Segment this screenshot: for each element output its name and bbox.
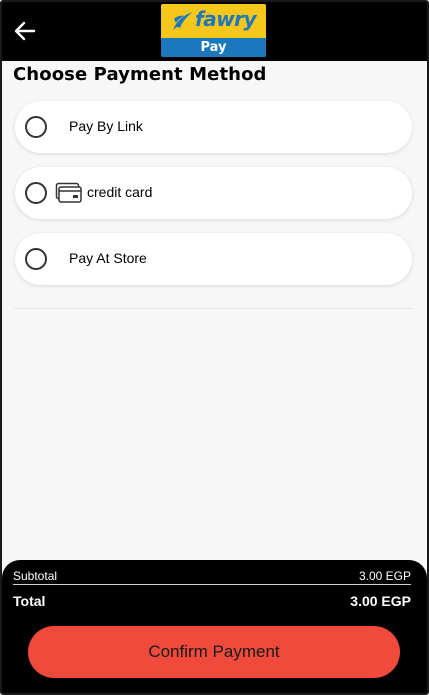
fawry-bird-icon bbox=[173, 12, 192, 30]
top-bar: fawry Pay bbox=[2, 2, 427, 61]
radio-pay-at-store[interactable] bbox=[25, 248, 47, 270]
subtotal-row: Subtotal 3.00 EGP bbox=[13, 569, 411, 583]
app-frame: fawry Pay Choose Payment Method Pay By L… bbox=[0, 0, 429, 695]
total-label: Total bbox=[13, 593, 46, 609]
total-value: 3.00 EGP bbox=[350, 593, 411, 609]
option-label: Pay By Link bbox=[69, 118, 143, 134]
back-button[interactable] bbox=[12, 18, 38, 44]
fawry-pay-logo: fawry Pay bbox=[161, 4, 266, 57]
option-label: Pay At Store bbox=[69, 250, 147, 266]
divider bbox=[14, 308, 413, 309]
total-row: Total 3.00 EGP bbox=[13, 593, 411, 609]
radio-pay-by-link[interactable] bbox=[25, 116, 47, 138]
logo-word: fawry bbox=[195, 7, 257, 31]
logo-sub: Pay bbox=[161, 38, 266, 57]
option-label: credit card bbox=[87, 184, 153, 200]
confirm-payment-button[interactable]: Confirm Payment bbox=[28, 626, 400, 678]
subtotal-label: Subtotal bbox=[13, 569, 58, 583]
subtotal-value: 3.00 EGP bbox=[358, 569, 411, 583]
page-title: Choose Payment Method bbox=[13, 64, 267, 85]
credit-card-icon bbox=[55, 182, 82, 203]
summary-divider bbox=[13, 584, 411, 585]
option-pay-at-store[interactable]: Pay At Store bbox=[15, 233, 412, 285]
option-pay-by-link[interactable]: Pay By Link bbox=[15, 101, 412, 153]
arrow-left-icon bbox=[14, 21, 36, 41]
radio-credit-card[interactable] bbox=[25, 182, 47, 204]
order-summary-footer: Subtotal 3.00 EGP Total 3.00 EGP Confirm… bbox=[2, 560, 427, 693]
option-credit-card[interactable]: credit card bbox=[15, 167, 412, 219]
